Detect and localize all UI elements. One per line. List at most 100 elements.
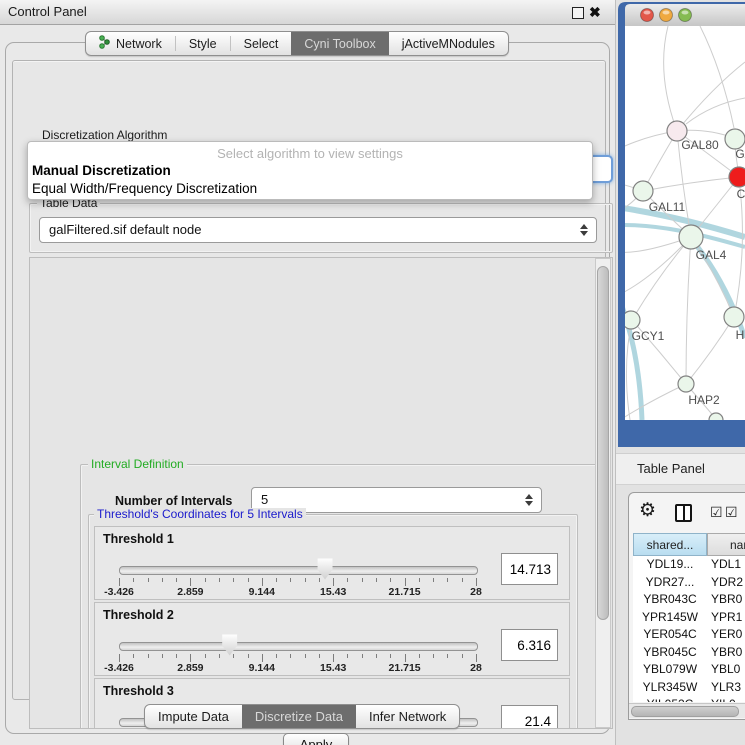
network-node-ga[interactable] [725,129,745,149]
threshold-value-field[interactable]: 14.713 [501,553,558,585]
node-label: C [737,187,745,201]
tick-mark [447,654,448,658]
table-row[interactable]: YLR345WYLR3 [633,679,745,697]
column-header-shared-name[interactable]: shared... [633,533,707,556]
cell-shared-name[interactable]: YER054C [633,626,707,644]
threshold-block-2: Threshold 2-3.4262.8599.14415.4321.71528… [94,602,570,676]
cell-name[interactable]: YLR3 [711,679,745,697]
tick-mark [190,654,191,662]
tick-label: -3.426 [104,662,134,674]
network-node-h[interactable] [724,307,744,327]
cell-name[interactable]: YIL0 [711,696,745,702]
table-row[interactable]: YDR27...YDR2 [633,574,745,592]
tick-mark [290,654,291,658]
tick-label: 9.144 [249,586,275,598]
tick-mark [333,654,334,662]
zoom-traffic-light-icon[interactable] [679,9,692,22]
scrollbar-thumb[interactable] [631,706,739,717]
tick-mark [347,578,348,582]
network-node-hap2[interactable] [678,376,694,392]
tick-label: 2.859 [177,662,203,674]
cell-shared-name[interactable]: YDL19... [633,556,707,574]
tab-cyni-toolbox[interactable]: Cyni Toolbox [291,32,388,55]
highlight [644,11,651,15]
slider-track[interactable] [119,566,478,575]
network-view-window[interactable]: GAL80GACGAL11GAL4GCY1HHAP2 [616,0,745,452]
cell-name[interactable]: YDL1 [711,556,745,574]
network-node-gal4[interactable] [679,225,703,249]
tab-discretize-data[interactable]: Discretize Data [242,705,356,728]
highlight [682,11,689,15]
tab-infer-network[interactable]: Infer Network [356,705,459,728]
cell-shared-name[interactable]: YIL052C [633,696,707,702]
tab-network[interactable]: Network [86,32,175,55]
cell-name[interactable]: YER0 [711,626,745,644]
tick-mark [419,654,420,658]
cell-name[interactable]: YBR0 [711,591,745,609]
column-layout-icon[interactable] [675,504,692,522]
float-window-icon[interactable] [572,7,584,19]
highlight [663,11,670,15]
checkbox-icon[interactable]: ☑ [725,505,738,519]
table-row[interactable]: YER054CYER0 [633,626,745,644]
cell-shared-name[interactable]: YPR145W [633,609,707,627]
tick-mark [276,578,277,582]
tick-mark [290,578,291,582]
tick-label: 9.144 [249,662,275,674]
table-row[interactable]: YIL052C YIL0 [633,696,745,702]
threshold-value-field[interactable]: 21.4 [501,705,558,729]
tick-mark [190,578,191,586]
table-row[interactable]: YPR145WYPR1 [633,609,745,627]
scrollbar-thumb[interactable] [597,266,609,620]
slider-thumb[interactable] [221,634,238,656]
cell-shared-name[interactable]: YBR045C [633,644,707,662]
close-icon[interactable]: ✖ [589,2,601,22]
tick-mark [219,654,220,658]
gear-icon[interactable]: ⚙ [639,499,656,523]
tab-impute-data[interactable]: Impute Data [145,705,242,728]
cell-name[interactable]: YPR1 [711,609,745,627]
tab-select[interactable]: Select [231,32,292,55]
threshold-title: Threshold 3 [103,684,174,698]
popup-option-equal-width-frequency-discretization[interactable]: Equal Width/Frequency Discretization [31,180,590,198]
cell-shared-name[interactable]: YLR345W [633,679,707,697]
cell-shared-name[interactable]: YBR043C [633,591,707,609]
tab-style[interactable]: Style [176,32,230,55]
table-horizontal-scrollbar[interactable] [629,703,745,718]
popup-option-manual-discretization[interactable]: Manual Discretization [31,162,590,180]
network-node-c[interactable] [729,167,745,187]
tick-mark [319,578,320,582]
slider-track[interactable] [119,642,478,651]
tick-mark [319,654,320,658]
minimize-traffic-light-icon[interactable] [660,9,673,22]
apply-button[interactable]: Apply [283,733,349,745]
cell-shared-name[interactable]: YDR27... [633,574,707,592]
table-data-value: galFiltered.sif default node [49,218,201,242]
column-header-name[interactable]: name [707,533,745,556]
tick-mark [262,654,263,662]
node-label: H [736,328,745,342]
tick-label: 15.43 [320,662,346,674]
cell-name[interactable]: YBL0 [711,661,745,679]
table-row[interactable]: YBL079WYBL0 [633,661,745,679]
tick-mark [205,578,206,582]
tab-jactivemnodules[interactable]: jActiveMNodules [389,32,508,55]
slider-thumb[interactable] [317,558,334,580]
tick-mark [419,578,420,582]
tick-label: 2.859 [177,586,203,598]
tick-mark [133,654,134,658]
close-traffic-light-icon[interactable] [641,9,654,22]
table-row[interactable]: YDL19...YDL1 [633,556,745,574]
table-row[interactable]: YBR043CYBR0 [633,591,745,609]
tick-label: 21.715 [389,586,421,598]
network-node-gal11[interactable] [633,181,653,201]
table-row[interactable]: YBR045CYBR0 [633,644,745,662]
table-data-combobox[interactable]: galFiltered.sif default node [39,217,597,243]
cell-name[interactable]: YBR0 [711,644,745,662]
threshold-value-field[interactable]: 6.316 [501,629,558,661]
network-icon [99,35,111,52]
panel-vertical-scrollbar[interactable] [595,258,611,728]
checkbox-icon[interactable]: ☑ [710,505,723,519]
cell-name[interactable]: YDR2 [711,574,745,592]
cell-shared-name[interactable]: YBL079W [633,661,707,679]
